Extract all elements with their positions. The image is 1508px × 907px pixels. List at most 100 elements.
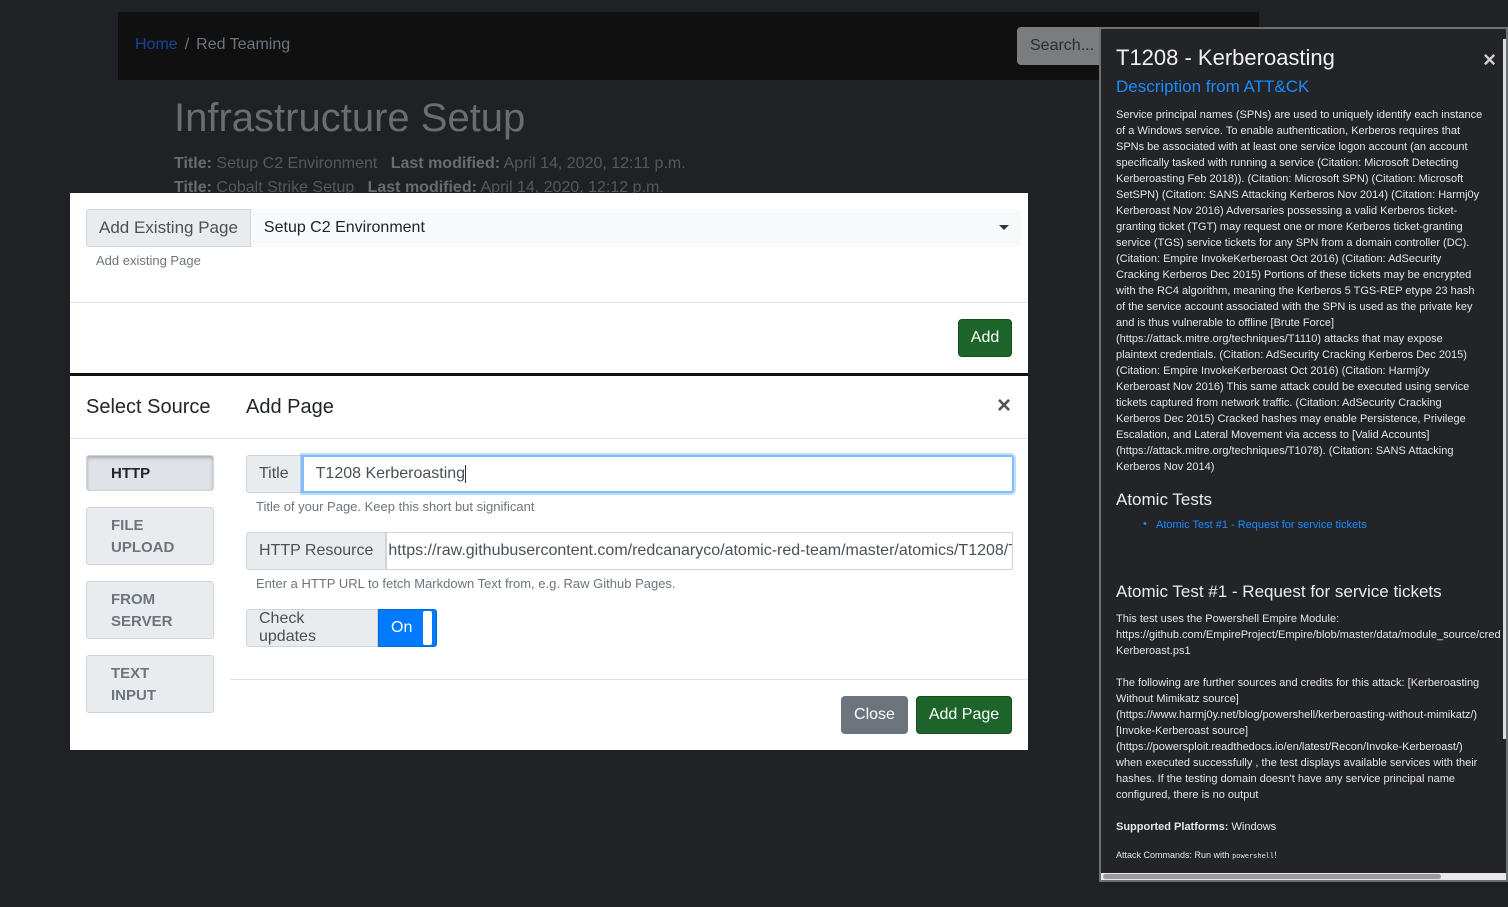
add-page-modal: Select Source Add Page × HTTP FILE UPLOA… — [70, 376, 1028, 750]
close-button[interactable]: Close — [841, 696, 908, 734]
text-line: hashes. If the testing domain doesn't ha… — [1116, 773, 1456, 785]
source-label: FILE — [111, 517, 144, 534]
existing-page-selected: Setup C2 Environment — [263, 219, 425, 236]
text-line: Escalation, and Lateral Movement via acc… — [1116, 429, 1430, 441]
text-line: granting ticket (TGT) may request one or… — [1116, 221, 1463, 233]
text-line: SPNs be associated with at least one ser… — [1116, 141, 1468, 153]
resource-label: HTTP Resource — [246, 532, 387, 570]
text-line: Without Mimikatz source] — [1116, 693, 1239, 705]
breadcrumb-separator: / — [184, 36, 190, 53]
technique-description: Service principal names (SPNs) are used … — [1116, 107, 1496, 475]
text-line: plaintext credentials. (Citation: AdSecu… — [1116, 349, 1467, 361]
platforms-label: Supported Platforms: — [1116, 821, 1229, 833]
title-group: Title T1208 Kerberoasting — [246, 455, 1014, 493]
text-line: (Citation: Empire InvokeKerberoast Oct 2… — [1116, 365, 1430, 377]
text-line: when executed successfully , the test di… — [1116, 757, 1478, 769]
page-title: Infrastructure Setup — [174, 96, 526, 140]
horizontal-scrollbar-thumb[interactable] — [1103, 874, 1441, 879]
chevron-down-icon — [998, 225, 1009, 230]
commands-suffix: ! — [1274, 850, 1277, 860]
text-line: Kerberos Nov 2014) — [1116, 461, 1215, 473]
technique-preview-panel: T1208 - Kerberoasting × Description from… — [1099, 27, 1508, 882]
select-source-title: Select Source — [86, 396, 211, 418]
source-label: UPLOAD — [111, 539, 175, 556]
text-line: (https://powersploit.readthedocs.io/en/l… — [1116, 741, 1463, 753]
vertical-scrollbar[interactable] — [1503, 39, 1506, 739]
close-icon[interactable]: × — [1483, 47, 1496, 73]
text-line: SetSPN) (Citation: SANS Attacking Kerber… — [1116, 189, 1480, 201]
breadcrumb: Home / Red Teaming — [135, 36, 290, 54]
add-existing-page-modal: Add Existing Page Setup C2 Environment A… — [70, 193, 1028, 376]
text-line: [Invoke-Kerberoast source] — [1116, 725, 1249, 737]
add-page-button[interactable]: Add Page — [916, 696, 1012, 734]
breadcrumb-home-link[interactable]: Home — [135, 36, 178, 53]
text-line: with the RC4 algorithm, meaning the Kerb… — [1116, 285, 1475, 297]
title-label: Title — [246, 455, 302, 493]
text-line: configured, there is no output — [1116, 789, 1259, 801]
title-value: T1208 Kerberoasting — [315, 465, 466, 482]
text-line: The following are further sources and cr… — [1116, 677, 1480, 689]
resource-value: https://raw.githubusercontent.com/redcan… — [388, 542, 1014, 559]
text-line: tickets captured from network traffic. (… — [1116, 397, 1442, 409]
text-line: Service principal names (SPNs) are used … — [1116, 109, 1483, 121]
source-label: TEXT — [111, 665, 150, 682]
text-line: This test uses the Powershell Empire Mod… — [1116, 613, 1340, 625]
title-input[interactable]: T1208 Kerberoasting — [301, 455, 1014, 493]
resource-group: HTTP Resource https://raw.githubusercont… — [246, 532, 1014, 570]
panel-title: T1208 - Kerberoasting — [1116, 45, 1335, 70]
entry-modified: April 14, 2020, 12:11 p.m. — [503, 155, 686, 172]
modal-divider — [70, 302, 1028, 303]
add-button[interactable]: Add — [958, 319, 1012, 357]
atomic-tests-heading: Atomic Tests — [1116, 490, 1213, 509]
text-line: service (TGS) service tickets for any SP… — [1116, 237, 1470, 249]
resource-input[interactable]: https://raw.githubusercontent.com/redcan… — [386, 532, 1014, 570]
source-text-input-button[interactable]: TEXT INPUT — [86, 655, 214, 713]
text-line: of a Windows service. To enable authenti… — [1116, 125, 1461, 137]
source-label: INPUT — [111, 687, 156, 704]
attack-commands: Attack Commands: Run with powershell! — [1116, 850, 1277, 860]
source-label: FROM — [111, 591, 156, 608]
supported-platforms: Supported Platforms: Windows — [1116, 819, 1496, 835]
platforms-value: Windows — [1231, 821, 1277, 833]
bullet: • — [1143, 518, 1147, 530]
test-description: This test uses the Powershell Empire Mod… — [1116, 611, 1501, 659]
source-label: HTTP — [111, 465, 151, 482]
source-label: SERVER — [111, 613, 173, 630]
text-cursor — [465, 465, 467, 483]
test-sources: The following are further sources and cr… — [1116, 675, 1496, 803]
text-line: Kerberoasting Feb 2018)). (Citation: Mic… — [1116, 173, 1464, 185]
page-entry[interactable]: Title: Setup C2 Environment Last modifie… — [174, 155, 686, 173]
source-from-server-button[interactable]: FROM SERVER — [86, 581, 214, 639]
modal-divider — [70, 438, 1028, 439]
close-icon[interactable]: × — [997, 394, 1011, 418]
text-line: and is thus vulnerable to offline [Brute… — [1116, 317, 1335, 329]
text-line: Kerberoast Nov 2016) This same attack co… — [1116, 381, 1470, 393]
source-file-upload-button[interactable]: FILE UPLOAD — [86, 507, 214, 565]
text-line: of the service account associated with t… — [1116, 301, 1473, 313]
text-line: Cracking Kerberos Dec 2015) Portions of … — [1116, 269, 1472, 281]
text-line: (https://attack.mitre.org/techniques/T10… — [1116, 445, 1454, 457]
existing-page-select[interactable]: Setup C2 Environment — [250, 209, 1021, 247]
toggle-value: On — [391, 619, 413, 636]
text-line: specifically tasked with running a servi… — [1116, 157, 1459, 169]
atomic-test-link[interactable]: Atomic Test #1 - Request for service tic… — [1156, 519, 1367, 531]
text-line: (https://www.harmj0y.net/blog/powershell… — [1116, 709, 1478, 721]
check-updates-label: Check updates — [246, 609, 378, 647]
text-line: https://github.com/EmpireProject/Empire/… — [1116, 629, 1501, 641]
title-help: Title of your Page. Keep this short but … — [256, 499, 535, 514]
text-line: Kerberoast Nov 2016) Adversaries possess… — [1116, 205, 1458, 217]
entry-title-label: Title: — [174, 155, 212, 172]
check-updates-toggle[interactable]: On — [378, 609, 437, 647]
text-line: Kerberos Dec 2015) Cracked hashes may en… — [1116, 413, 1466, 425]
modal-title: Add Page — [246, 396, 334, 418]
source-http-button[interactable]: HTTP — [86, 455, 214, 491]
toggle-knob[interactable] — [423, 611, 432, 645]
commands-prefix: Attack Commands: Run with — [1116, 850, 1230, 860]
text-line: (Citation: Empire InvokeKerberoast Oct 2… — [1116, 253, 1442, 265]
breadcrumb-current: Red Teaming — [196, 36, 291, 53]
panel-subtitle: Description from ATT&CK — [1116, 77, 1310, 96]
atomic-test-heading: Atomic Test #1 - Request for service tic… — [1116, 582, 1442, 601]
existing-page-label: Add Existing Page — [86, 209, 251, 247]
entry-title: Setup C2 Environment — [216, 155, 378, 172]
check-updates-group: Check updates — [246, 609, 378, 647]
